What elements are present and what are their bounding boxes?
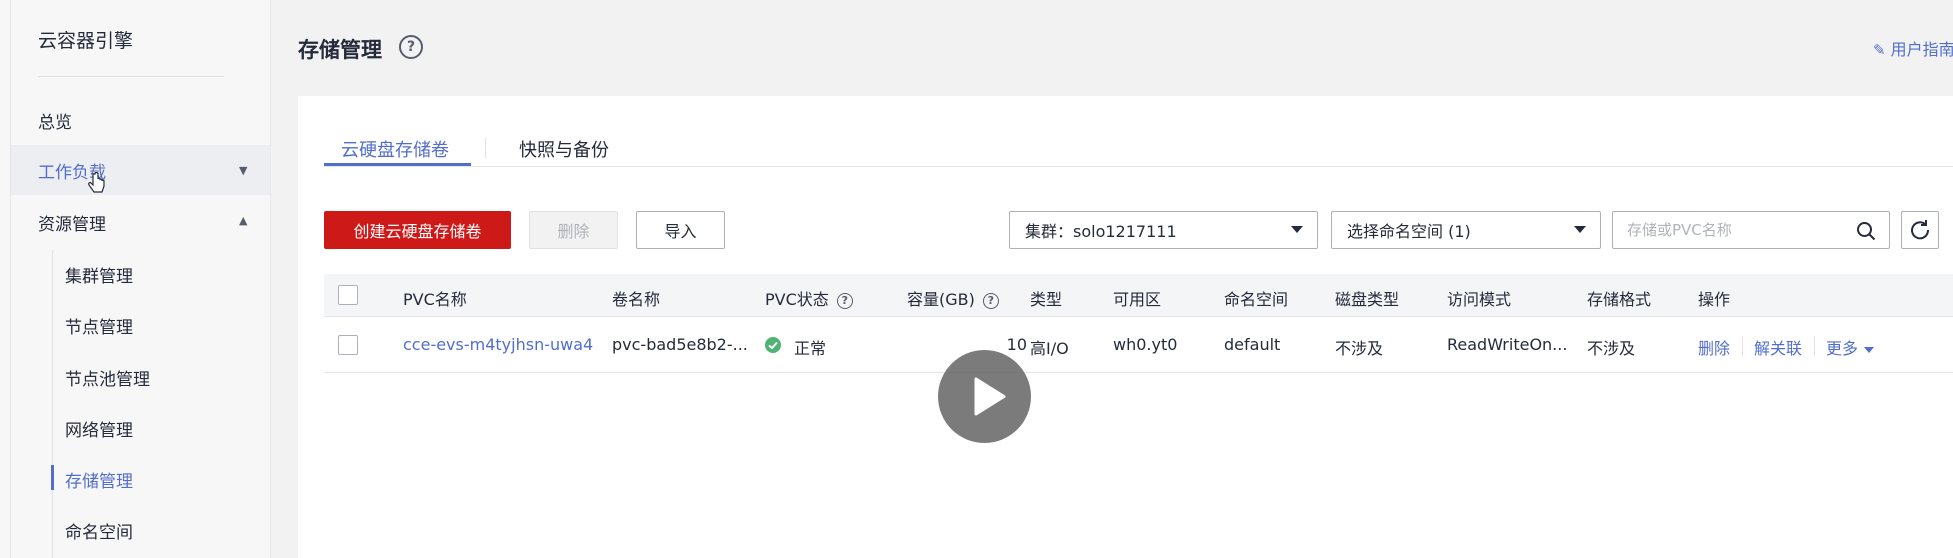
storage-format-cell: 不涉及: [1587, 339, 1636, 358]
sidebar-item-cluster[interactable]: 集群管理: [65, 262, 133, 287]
delete-button[interactable]: 删除: [529, 211, 618, 249]
user-guide-link[interactable]: ✎ 用户指南: [1873, 36, 1953, 60]
edit-doc-icon: ✎: [1873, 41, 1886, 59]
column-header-pvc-name[interactable]: PVC名称: [403, 286, 467, 310]
refresh-button[interactable]: [1901, 211, 1939, 249]
table-header: PVC名称 卷名称 PVC状态? 容量(GB)? 类型 可用区 命名空间 磁盘类…: [324, 274, 1953, 317]
sidebar-item-nodepool[interactable]: 节点池管理: [65, 365, 150, 390]
chevron-down-icon: [1864, 346, 1875, 353]
sidebar-title: 云容器引擎: [38, 30, 134, 52]
help-icon[interactable]: ?: [399, 35, 423, 59]
column-header-disk-type[interactable]: 磁盘类型: [1335, 286, 1399, 310]
column-header-volume-name[interactable]: 卷名称: [612, 286, 660, 310]
column-header-access-mode[interactable]: 访问模式: [1447, 286, 1511, 310]
tab-evs-volumes[interactable]: 云硬盘存储卷: [341, 136, 449, 162]
row-unbind-link[interactable]: 解关联: [1754, 335, 1802, 359]
status-ok-icon: [765, 337, 781, 353]
cluster-select-value: 集群：solo1217111: [1025, 222, 1177, 241]
tab-separator: [485, 138, 486, 158]
active-tab-indicator: [324, 163, 471, 166]
submenu-active-indicator: [51, 465, 54, 490]
user-guide-label: 用户指南: [1890, 40, 1953, 59]
help-icon[interactable]: ?: [836, 292, 853, 309]
table-row: cce-evs-m4tyjhsn-uwa4 pvc-bad5e8b2-... 正…: [324, 318, 1953, 373]
row-more-menu[interactable]: 更多: [1826, 335, 1875, 359]
import-button[interactable]: 导入: [636, 211, 725, 249]
sidebar-edge: [10, 0, 11, 558]
pvc-status-cell: 正常: [794, 339, 827, 358]
sidebar-item-resources[interactable]: 资源管理: [38, 210, 106, 235]
select-all-checkbox[interactable]: [338, 285, 358, 305]
help-icon[interactable]: ?: [982, 292, 999, 309]
play-icon: [974, 377, 1006, 416]
column-header-storage-format[interactable]: 存储格式: [1587, 286, 1651, 310]
column-header-zone[interactable]: 可用区: [1113, 286, 1161, 310]
dropdown-caret-icon: [1291, 226, 1303, 233]
namespace-select-value: 选择命名空间 (1): [1347, 222, 1471, 241]
hand-cursor-icon: [88, 172, 105, 193]
row-delete-link[interactable]: 删除: [1698, 335, 1730, 359]
sidebar-item-overview[interactable]: 总览: [38, 108, 72, 133]
action-separator: [1742, 336, 1743, 356]
sidebar-item-storage[interactable]: 存储管理: [65, 467, 133, 492]
cluster-select[interactable]: 集群：solo1217111: [1009, 211, 1318, 249]
column-header-pvc-status[interactable]: PVC状态?: [765, 286, 853, 310]
type-cell: 高I/O: [1030, 339, 1069, 358]
column-header-namespace[interactable]: 命名空间: [1224, 286, 1288, 310]
sidebar-item-network[interactable]: 网络管理: [65, 416, 133, 441]
sidebar-divider: [38, 76, 224, 77]
access-mode-cell: ReadWriteOn...: [1447, 335, 1568, 354]
zone-cell: wh0.yt0: [1113, 335, 1178, 354]
sidebar-item-namespace[interactable]: 命名空间: [65, 518, 133, 543]
column-header-actions: 操作: [1698, 290, 1731, 309]
refresh-icon: [1911, 220, 1930, 240]
namespace-select[interactable]: 选择命名空间 (1): [1331, 211, 1601, 249]
action-separator: [1814, 336, 1815, 356]
namespace-cell: default: [1224, 335, 1281, 354]
column-header-capacity-label: 容量(GB): [907, 290, 975, 309]
submenu-guide-line: [52, 250, 53, 558]
search-icon[interactable]: [1856, 221, 1876, 241]
column-header-pvc-status-label: PVC状态: [765, 290, 829, 309]
row-checkbox[interactable]: [338, 335, 358, 355]
column-header-capacity[interactable]: 容量(GB)?: [907, 286, 999, 310]
chevron-up-icon[interactable]: ▲: [239, 214, 247, 227]
column-header-type[interactable]: 类型: [1030, 286, 1062, 310]
create-volume-button[interactable]: 创建云硬盘存储卷: [324, 211, 511, 249]
chevron-down-icon[interactable]: ▼: [239, 164, 247, 177]
sidebar: 云容器引擎 总览 工作负载 ▼ 资源管理 ▲ 集群管理 节点管理 节点池管理 网…: [0, 0, 271, 558]
pvc-name-link[interactable]: cce-evs-m4tyjhsn-uwa4: [403, 335, 593, 354]
sidebar-item-nodes[interactable]: 节点管理: [65, 313, 133, 338]
search-box[interactable]: [1612, 211, 1890, 249]
search-input[interactable]: [1627, 212, 1857, 248]
tabs-baseline: [324, 166, 1953, 167]
video-play-button[interactable]: [938, 350, 1031, 443]
row-more-label: 更多: [1826, 339, 1859, 358]
disk-type-cell: 不涉及: [1335, 339, 1384, 358]
page-title: 存储管理: [298, 38, 382, 62]
tab-snapshots[interactable]: 快照与备份: [519, 136, 609, 162]
volume-name-cell: pvc-bad5e8b2-...: [612, 335, 748, 354]
dropdown-caret-icon: [1574, 226, 1586, 233]
